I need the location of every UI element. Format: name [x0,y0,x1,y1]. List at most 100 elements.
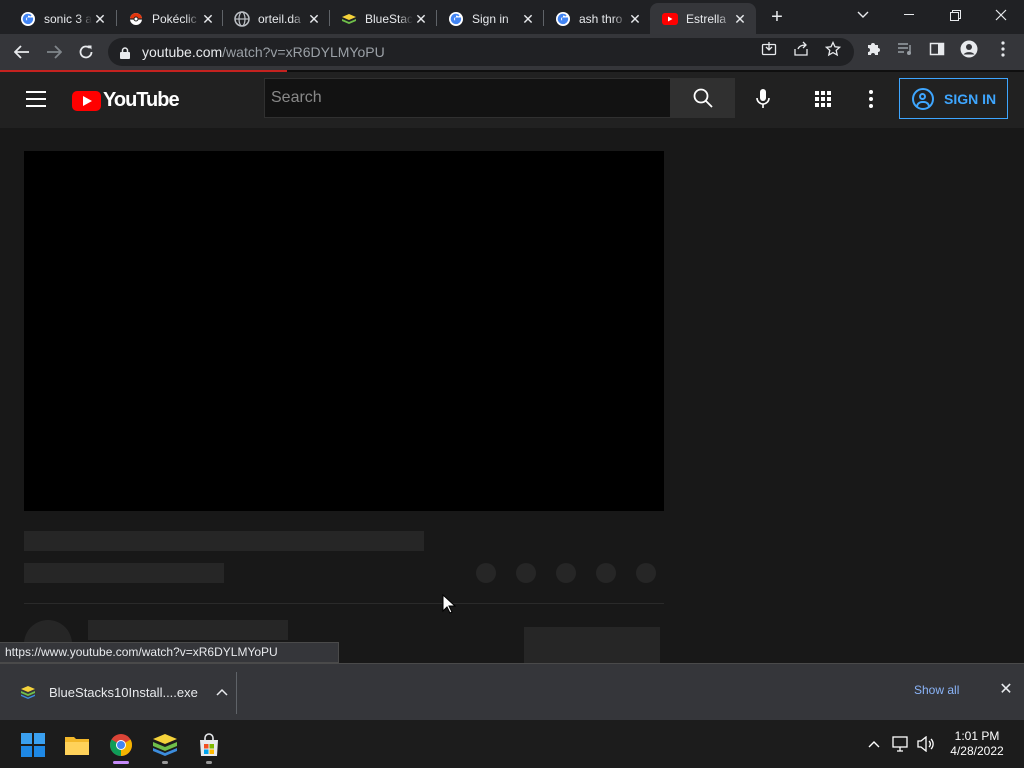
google-icon [448,11,464,27]
search-icon [693,88,713,108]
new-tab-button[interactable]: + [766,6,788,28]
action-skeleton [636,563,656,583]
lock-icon[interactable] [120,46,130,59]
youtube-header: YouTube Search SIGN IN [0,72,1024,128]
bluestacks-taskbar-icon[interactable] [152,732,178,758]
youtube-logo-text: YouTube [103,89,180,111]
tab-title: Pokéclic [152,11,197,26]
search-button[interactable] [671,78,735,118]
system-clock[interactable]: 1:01 PM 4/28/2022 [944,729,1010,759]
views-skeleton [24,563,224,583]
sign-in-button[interactable]: SIGN IN [899,78,1008,119]
youtube-icon [662,11,678,27]
action-skeleton [596,563,616,583]
tab-close-icon[interactable]: ✕ [200,11,216,27]
open-app-indicator [206,761,212,764]
file-explorer-icon[interactable] [64,732,90,758]
bluestacks-icon [341,11,357,27]
account-circle-icon [912,87,934,110]
share-icon[interactable] [792,40,810,58]
microsoft-store-icon[interactable] [196,732,222,758]
tab-pokeclicker[interactable]: Pokéclic ✕ [116,3,224,34]
bookmark-star-icon[interactable] [824,40,842,58]
chrome-menu-icon[interactable] [994,40,1012,58]
tab-bluestacks[interactable]: BlueStac ✕ [329,3,437,34]
tab-close-icon[interactable]: ✕ [520,11,536,27]
google-icon [20,11,36,27]
action-skeleton [476,563,496,583]
install-app-icon[interactable] [760,40,778,58]
tab-close-icon[interactable]: ✕ [92,11,108,27]
tab-search-chevron-icon[interactable] [840,0,886,30]
open-app-indicator [162,761,168,764]
tab-orteil[interactable]: orteil.da ✕ [222,3,330,34]
voice-search-mic-icon[interactable] [752,88,774,110]
reload-button[interactable] [74,40,98,64]
download-shelf: BlueStacks10Install....exe Show all ✕ [0,663,1024,720]
tab-title: ash thro [579,11,623,26]
search-input[interactable]: Search [264,78,671,118]
restore-button[interactable] [932,0,978,30]
download-file-name: BlueStacks10Install....exe [49,684,198,700]
chevron-up-icon[interactable] [216,685,228,699]
clock-date: 4/28/2022 [950,744,1004,758]
windows-start-icon[interactable] [20,732,46,758]
youtube-logo[interactable]: YouTube [72,89,180,112]
active-app-indicator [113,761,129,764]
google-icon [555,11,571,27]
tab-google-ash[interactable]: ash thro ✕ [543,3,651,34]
url-text[interactable]: youtube.com/watch?v=xR6DYLMYoPU [142,44,385,60]
action-skeleton [516,563,536,583]
mouse-cursor-icon [442,594,456,614]
tab-youtube-estrella[interactable]: Estrella ✕ [650,3,756,34]
tab-title: Sign in [472,11,509,26]
tab-close-icon[interactable]: ✕ [627,11,643,27]
show-all-downloads-link[interactable]: Show all [914,683,959,697]
action-skeleton [556,563,576,583]
close-window-button[interactable] [978,0,1024,30]
minimize-button[interactable] [886,0,932,30]
profile-avatar-icon[interactable] [960,40,978,58]
channel-name-skeleton [88,620,288,640]
download-item[interactable]: BlueStacks10Install....exe [0,664,236,720]
youtube-apps-grid-icon[interactable] [815,91,831,107]
tab-close-icon[interactable]: ✕ [306,11,322,27]
title-skeleton [24,531,424,551]
sign-in-label: SIGN IN [944,90,997,107]
tab-google-sonic[interactable]: sonic 3 a ✕ [8,3,116,34]
youtube-play-logo-icon [72,90,101,111]
search-placeholder: Search [271,89,322,106]
settings-more-icon[interactable] [869,90,873,108]
tab-close-icon[interactable]: ✕ [732,11,748,27]
tab-google-signin[interactable]: Sign in ✕ [436,3,544,34]
back-button[interactable] [10,40,34,64]
url-path: /watch?v=xR6DYLMYoPU [222,44,385,60]
chrome-taskbar-icon[interactable] [108,732,134,758]
tab-close-icon[interactable]: ✕ [413,11,429,27]
tab-strip: sonic 3 a ✕ Pokéclic ✕ orteil.da ✕ BlueS… [0,0,1024,34]
side-panel-icon[interactable] [928,40,946,58]
video-player[interactable] [24,151,664,511]
tab-title: orteil.da [258,11,301,26]
address-bar[interactable]: youtube.com/watch?v=xR6DYLMYoPU [108,38,854,66]
volume-icon[interactable] [916,734,936,754]
section-divider [24,603,664,604]
subscribe-skeleton [524,627,660,663]
tab-title: sonic 3 a [44,11,92,26]
shelf-separator [236,672,237,714]
network-icon[interactable] [891,734,911,754]
show-hidden-icons-chevron-icon[interactable] [864,734,884,754]
media-queue-icon[interactable] [896,40,914,58]
url-domain: youtube.com [142,44,223,60]
pokeball-icon [128,11,144,27]
menu-hamburger-icon[interactable] [26,91,46,107]
forward-button[interactable] [42,40,66,64]
link-status-bubble: https://www.youtube.com/watch?v=xR6DYLMY… [0,642,339,663]
browser-toolbar: youtube.com/watch?v=xR6DYLMYoPU [0,34,1024,70]
close-download-shelf-icon[interactable]: ✕ [997,681,1015,699]
tab-title: Estrella [686,11,727,26]
youtube-watch-page [0,128,1024,668]
extensions-puzzle-icon[interactable] [864,40,882,58]
bluestacks-icon [21,686,35,699]
clock-time: 1:01 PM [954,729,1000,743]
